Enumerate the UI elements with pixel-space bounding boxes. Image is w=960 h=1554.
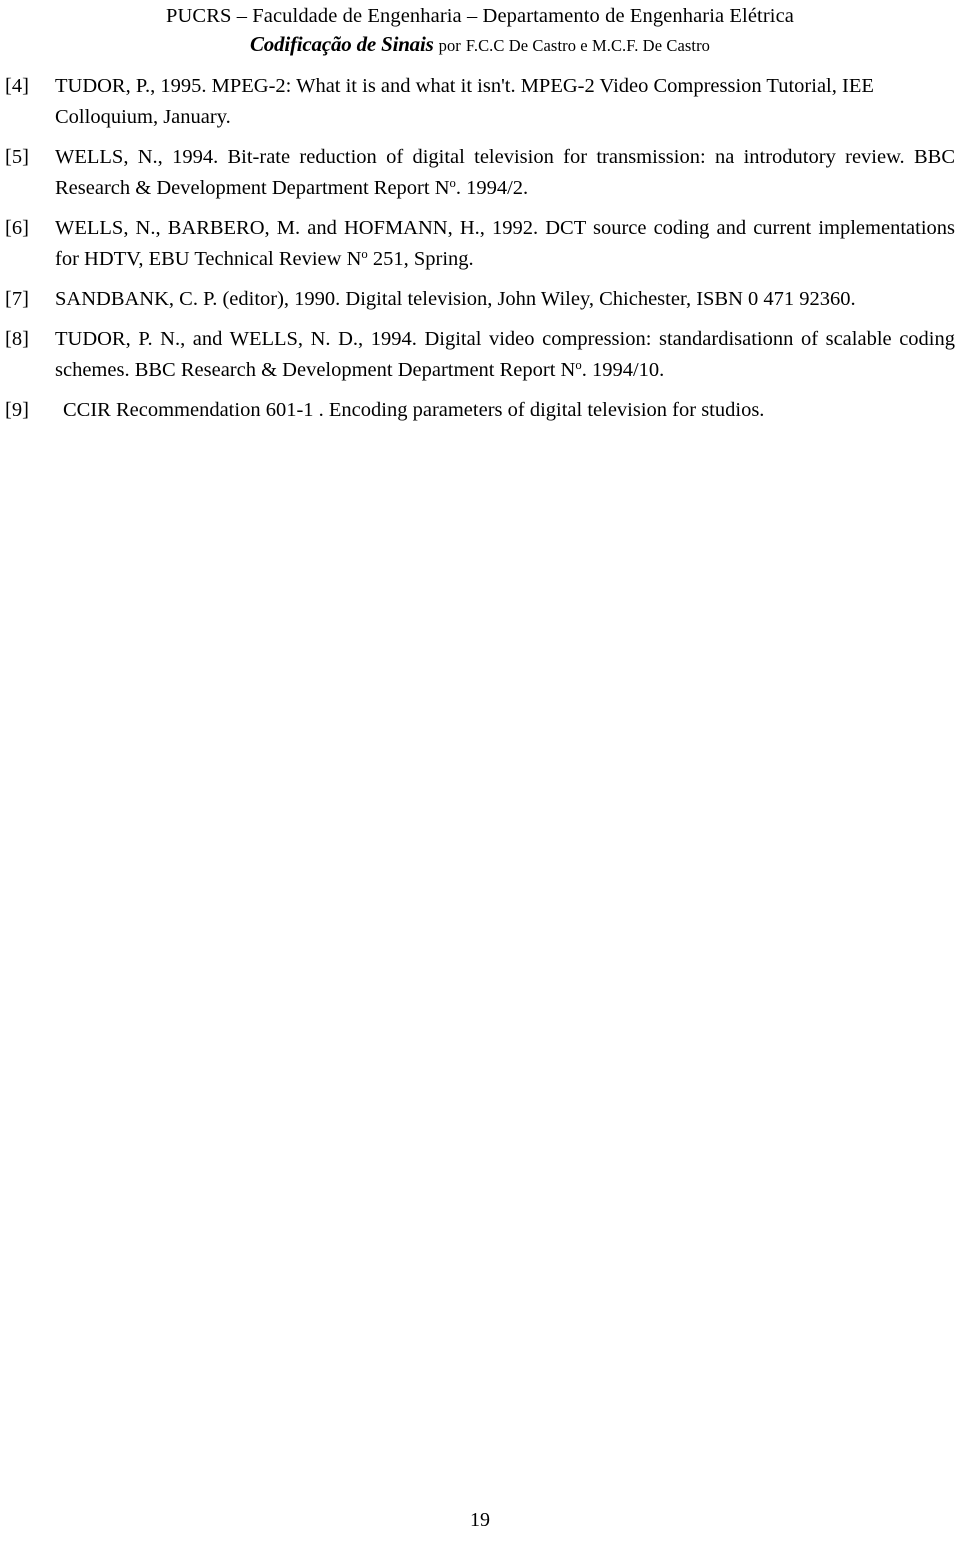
byline-por-word: por: [438, 36, 461, 55]
reference-text-main: WELLS, N., BARBERO, M. and HOFMANN, H., …: [55, 217, 955, 270]
institution-line: PUCRS – Faculdade de Engenharia – Depart…: [166, 5, 794, 27]
reference-text: WELLS, N., 1994. Bit-rate reduction of d…: [55, 142, 955, 204]
reference-text: TUDOR, P. N., and WELLS, N. D., 1994. Di…: [55, 324, 955, 386]
reference-text-main: TUDOR, P. N., and WELLS, N. D., 1994. Di…: [55, 328, 955, 381]
reference-text-main: CCIR Recommendation 601-1 . Encoding par…: [63, 399, 765, 421]
reference-text-tail: . 1994/2.: [455, 177, 529, 199]
reference-entry: [9] CCIR Recommendation 601-1 . Encoding …: [5, 395, 955, 426]
reference-label: [4]: [5, 75, 29, 97]
reference-label: [7]: [5, 288, 29, 310]
page-header: PUCRS – Faculdade de Engenharia – Depart…: [0, 0, 960, 61]
reference-entry: [8] TUDOR, P. N., and WELLS, N. D., 1994.…: [5, 324, 955, 386]
course-title: Codificação de Sinais: [249, 32, 434, 56]
reference-entry: [4] TUDOR, P., 1995. MPEG-2: What it is a…: [5, 71, 955, 133]
reference-entry: [6] WELLS, N., BARBERO, M. and HOFMANN, H…: [5, 213, 955, 275]
reference-label: [8]: [5, 328, 29, 350]
byline-authors: F.C.C De Castro e M.C.F. De Castro: [465, 36, 711, 55]
reference-label: [6]: [5, 217, 29, 239]
reference-label: [9]: [5, 399, 29, 421]
course-title-line: Codificação de Sinais por F.C.C De Castro …: [0, 30, 960, 61]
reference-list: [4] TUDOR, P., 1995. MPEG-2: What it is a…: [0, 71, 960, 426]
reference-entry: [5] WELLS, N., 1994. Bit-rate reduction o…: [5, 142, 955, 204]
reference-text-main: SANDBANK, C. P. (editor), 1990. Digital …: [55, 288, 856, 310]
reference-text: SANDBANK, C. P. (editor), 1990. Digital …: [55, 284, 955, 315]
page-number: 19: [470, 1509, 490, 1531]
reference-text: WELLS, N., BARBERO, M. and HOFMANN, H., …: [55, 213, 955, 275]
reference-label: [5]: [5, 146, 29, 168]
reference-text: TUDOR, P., 1995. MPEG-2: What it is and …: [55, 71, 955, 133]
reference-entry: [7] SANDBANK, C. P. (editor), 1990. Digit…: [5, 284, 955, 315]
reference-text-tail: . 1994/10.: [581, 359, 665, 381]
reference-text-main: TUDOR, P., 1995. MPEG-2: What it is and …: [55, 75, 874, 128]
reference-text-tail: 251, Spring.: [367, 248, 474, 270]
reference-text: CCIR Recommendation 601-1 . Encoding par…: [63, 395, 955, 426]
byline: por F.C.C De Castro e M.C.F. De Castro: [434, 36, 710, 55]
